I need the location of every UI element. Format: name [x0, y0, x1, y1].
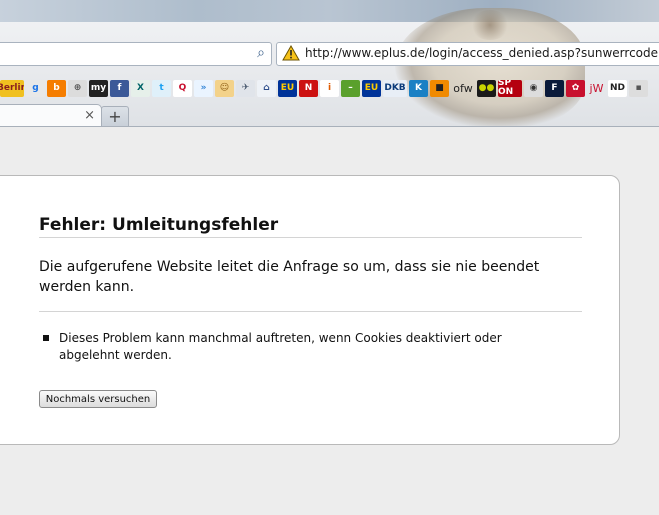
bookmark-berlin-icon[interactable]: Berlin [0, 79, 24, 97]
browser-chrome: ⌕ http://www.eplus.de/login/access_denie… [0, 0, 659, 127]
new-tab-button[interactable]: + [101, 106, 129, 127]
error-hint-list: Dieses Problem kann manchmal auftreten, … [43, 330, 503, 364]
warning-icon[interactable] [281, 44, 301, 62]
bookmark-xing-icon[interactable]: X [131, 79, 150, 97]
error-separator [39, 311, 582, 312]
bookmark-eu2-icon[interactable]: EU [362, 79, 381, 97]
window-title-strip [0, 0, 659, 22]
bookmark-nd-icon[interactable]: ND [608, 79, 627, 97]
bookmark-dkb-icon[interactable]: DKB [383, 79, 407, 97]
bookmark-square-icon[interactable]: ■ [430, 79, 449, 97]
error-hint-text: Dieses Problem kann manchmal auftreten, … [59, 331, 502, 362]
bookmark-dots-icon[interactable]: ●● [477, 79, 496, 97]
bookmarks-toolbar: Berlin g b ⊕ my f Xt Q» ☺ ✈ ⌂ EU Ni – EU DKB K ■ ofw ●● SP O… [0, 78, 659, 98]
bookmark-twitter-icon[interactable]: t [152, 79, 171, 97]
bookmark-jw-icon[interactable]: jW [587, 80, 606, 97]
search-icon[interactable]: ⌕ [257, 45, 265, 61]
close-tab-icon[interactable]: × [84, 108, 95, 123]
error-description: Die aufgerufene Website leitet die Anfra… [39, 259, 540, 295]
bookmark-extra-icon[interactable]: ▪ [629, 79, 648, 97]
bookmark-spon-icon[interactable]: SP ON [498, 79, 522, 97]
bookmark-emblem-icon[interactable]: ✿ [566, 79, 585, 97]
retry-button[interactable]: Nochmals versuchen [39, 390, 157, 408]
bookmark-face-icon[interactable]: ☺ [215, 79, 234, 97]
bookmark-bird-icon[interactable]: ✈ [236, 79, 255, 97]
error-container: Fehler: Umleitungsfehler Die aufgerufene… [0, 175, 620, 445]
bookmark-my-icon[interactable]: my [89, 79, 108, 97]
bookmark-web-icon[interactable]: ⊕ [68, 79, 87, 97]
tab-strip: × + [0, 104, 659, 127]
bookmark-blogger-icon[interactable]: b [47, 79, 66, 97]
bookmark-eu-icon[interactable]: EU [278, 79, 297, 97]
bookmark-i-icon[interactable]: i [320, 79, 339, 97]
bookmark-ofw-icon[interactable]: ofw [451, 80, 475, 97]
search-input[interactable]: ⌕ [0, 42, 272, 66]
bookmark-f-icon[interactable]: F [545, 79, 564, 97]
bookmark-red-n-icon[interactable]: N [299, 79, 318, 97]
bookmark-google-icon[interactable]: g [26, 79, 45, 97]
bookmark-arrow-icon[interactable]: » [194, 79, 213, 97]
active-tab[interactable]: × [0, 104, 102, 127]
address-bar[interactable]: http://www.eplus.de/login/access_denied.… [276, 42, 659, 66]
bookmark-globe-icon[interactable]: ◉ [524, 79, 543, 97]
bookmark-k-icon[interactable]: K [409, 79, 428, 97]
bookmark-house-icon[interactable]: ⌂ [257, 79, 276, 97]
address-url[interactable]: http://www.eplus.de/login/access_denied.… [305, 46, 659, 60]
bookmark-q-icon[interactable]: Q [173, 79, 192, 97]
coffee-stain-splash [470, 10, 510, 40]
error-title: Fehler: Umleitungsfehler [39, 215, 582, 238]
error-page: Fehler: Umleitungsfehler Die aufgerufene… [0, 127, 659, 515]
bookmark-dash-icon[interactable]: – [341, 79, 360, 97]
bullet-icon [43, 335, 49, 341]
bookmark-facebook-icon[interactable]: f [110, 79, 129, 97]
